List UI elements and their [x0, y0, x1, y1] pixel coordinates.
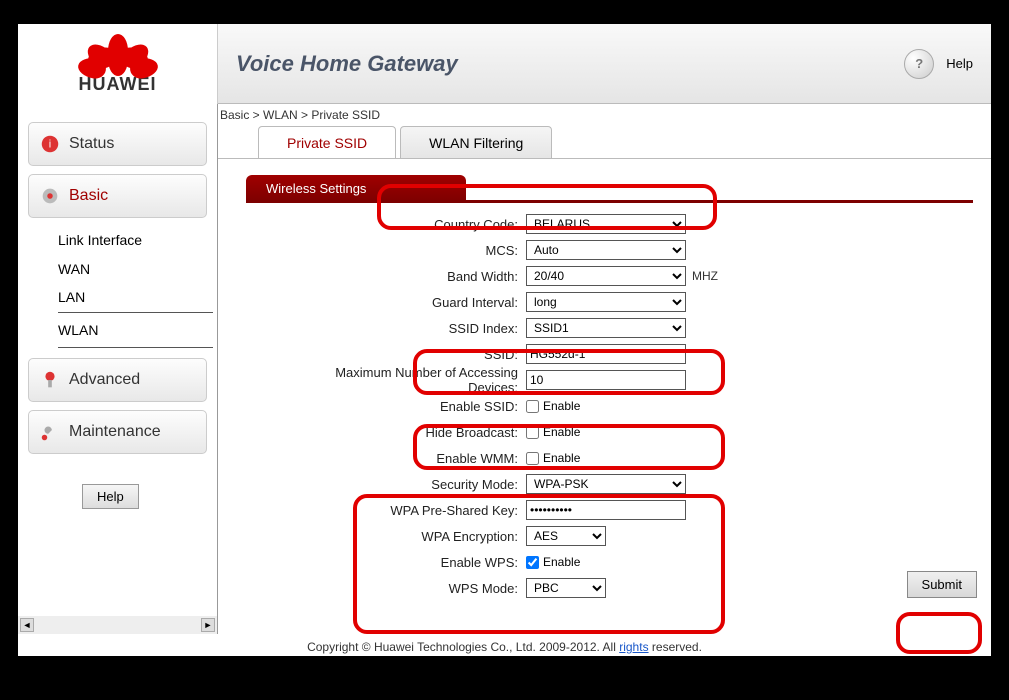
svg-text:i: i: [49, 139, 51, 151]
main-content: Basic > WLAN > Private SSID Private SSID…: [218, 104, 991, 634]
sidebar-item-basic[interactable]: Basic: [28, 174, 207, 218]
label-max-devices: Maximum Number of Accessing Devices:: [306, 365, 526, 395]
label-wpa-key: WPA Pre-Shared Key:: [306, 503, 526, 518]
tab-wlan-filtering[interactable]: WLAN Filtering: [400, 126, 552, 159]
sidebar-sub-wlan[interactable]: WLAN: [58, 312, 213, 349]
label-wpa-encryption: WPA Encryption:: [306, 529, 526, 544]
select-wps-mode[interactable]: PBC: [526, 578, 606, 598]
label-wps-mode: WPS Mode:: [306, 581, 526, 596]
settings-panel: Wireless Settings Country Code:BELARUS M…: [218, 158, 991, 598]
huawei-flower-icon: [90, 34, 146, 72]
sidebar-sublist: Link Interface WAN LAN WLAN: [58, 226, 213, 348]
tab-private-ssid[interactable]: Private SSID: [258, 126, 396, 159]
brand-logo: HUAWEI: [18, 24, 218, 104]
input-wpa-key[interactable]: [526, 500, 686, 520]
status-icon: i: [39, 133, 61, 155]
label-mcs: MCS:: [306, 243, 526, 258]
scroll-right-icon[interactable]: ►: [201, 618, 215, 632]
breadcrumb: Basic > WLAN > Private SSID: [218, 104, 991, 126]
label-hide-broadcast: Hide Broadcast:: [306, 425, 526, 440]
submit-button[interactable]: Submit: [907, 571, 977, 598]
select-band-width[interactable]: 20/40: [526, 266, 686, 286]
label-enable-wps: Enable WPS:: [306, 555, 526, 570]
header: HUAWEI Voice Home Gateway ? Help: [18, 24, 991, 104]
header-bar: Voice Home Gateway ? Help: [218, 24, 991, 104]
sidebar-sub-lan[interactable]: LAN: [58, 283, 213, 312]
checkbox-enable-ssid[interactable]: [526, 400, 539, 413]
gear-icon: [39, 185, 61, 207]
label-ssid-index: SSID Index:: [306, 321, 526, 336]
select-wpa-encryption[interactable]: AES: [526, 526, 606, 546]
wrench-icon: [39, 421, 61, 443]
tab-bar: Private SSID WLAN Filtering: [258, 126, 991, 159]
label-enable-ssid: Enable SSID:: [306, 399, 526, 414]
select-guard-interval[interactable]: long: [526, 292, 686, 312]
select-ssid-index[interactable]: SSID1: [526, 318, 686, 338]
label-ssid: SSID:: [306, 347, 526, 362]
checkbox-hide-broadcast[interactable]: [526, 426, 539, 439]
unit-mhz: MHZ: [692, 269, 718, 283]
horizontal-scrollbar[interactable]: ◄ ►: [18, 616, 217, 634]
input-ssid[interactable]: [526, 344, 686, 364]
footer-rights-link[interactable]: rights: [619, 640, 648, 654]
sidebar-item-maintenance[interactable]: Maintenance: [28, 410, 207, 454]
checkbox-enable-wmm[interactable]: [526, 452, 539, 465]
sidebar-sub-wan[interactable]: WAN: [58, 255, 213, 284]
input-max-devices[interactable]: [526, 370, 686, 390]
label-enable-wmm: Enable WMM:: [306, 451, 526, 466]
help-icon[interactable]: ?: [904, 49, 934, 79]
label-country-code: Country Code:: [306, 217, 526, 232]
scroll-left-icon[interactable]: ◄: [20, 618, 34, 632]
footer: Copyright © Huawei Technologies Co., Ltd…: [18, 634, 991, 656]
section-title: Wireless Settings: [246, 175, 466, 202]
sidebar-item-status[interactable]: i Status: [28, 122, 207, 166]
sidebar-help-button[interactable]: Help: [82, 484, 139, 509]
divider: [246, 200, 973, 203]
label-security-mode: Security Mode:: [306, 477, 526, 492]
advanced-icon: [39, 369, 61, 391]
app-title: Voice Home Gateway: [236, 51, 458, 77]
select-country-code[interactable]: BELARUS: [526, 214, 686, 234]
sidebar-sub-link-interface[interactable]: Link Interface: [58, 226, 213, 255]
label-band-width: Band Width:: [306, 269, 526, 284]
checkbox-enable-wps[interactable]: [526, 556, 539, 569]
sidebar: i Status Basic Link Interface WAN LAN WL…: [18, 104, 218, 634]
select-security-mode[interactable]: WPA-PSK: [526, 474, 686, 494]
help-link[interactable]: Help: [946, 56, 973, 71]
label-guard-interval: Guard Interval:: [306, 295, 526, 310]
sidebar-item-advanced[interactable]: Advanced: [28, 358, 207, 402]
select-mcs[interactable]: Auto: [526, 240, 686, 260]
